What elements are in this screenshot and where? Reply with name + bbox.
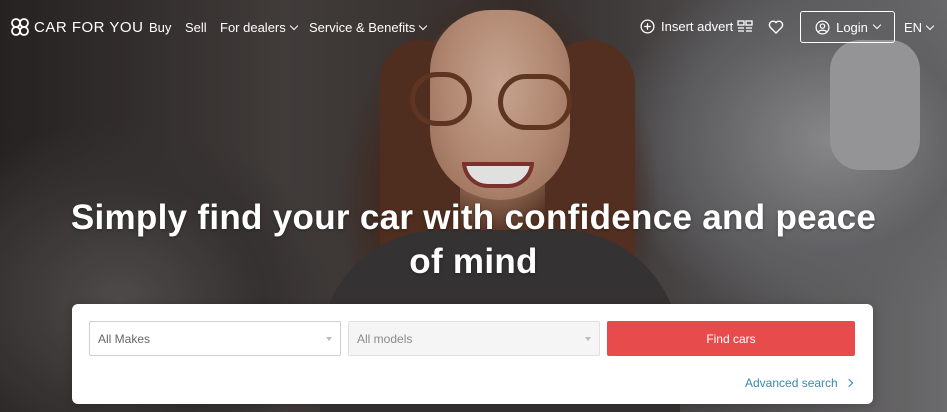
advanced-search-label: Advanced search [745, 376, 838, 390]
nav-sell[interactable]: Sell [185, 20, 207, 35]
nav-service-benefits[interactable]: Service & Benefits [309, 20, 428, 35]
top-navigation: CAR FOR YOU Buy Sell For dealers Service… [0, 0, 947, 56]
chevron-right-icon [844, 378, 853, 388]
brand-logo[interactable]: CAR FOR YOU [10, 17, 143, 37]
logo-icon [11, 18, 29, 36]
advanced-search-link[interactable]: Advanced search [745, 376, 853, 390]
nav-buy-label: Buy [149, 20, 172, 35]
nav-buy[interactable]: Buy [149, 20, 171, 35]
insert-advert-link[interactable]: Insert advert [640, 19, 733, 34]
login-button[interactable]: Login [800, 11, 895, 43]
nav-for-dealers-label: For dealers [220, 20, 286, 35]
login-label: Login [836, 19, 868, 35]
user-icon [815, 20, 830, 34]
search-card: All Makes All models Find cars Advanced … [72, 304, 873, 404]
headline-line-1: Simply find your car with confidence and… [70, 198, 877, 237]
brand-name: CAR FOR YOU [34, 18, 144, 36]
heart-icon[interactable] [768, 20, 784, 39]
chevron-down-icon [289, 21, 298, 30]
language-label: EN [904, 20, 923, 35]
models-select-value: All models [357, 331, 413, 346]
headline-line-2: of mind [409, 242, 538, 281]
caret-down-icon [326, 337, 332, 341]
nav-service-benefits-label: Service & Benefits [309, 20, 416, 35]
chevron-down-icon [872, 20, 882, 30]
nav-sell-label: Sell [185, 20, 207, 35]
models-select[interactable]: All models [348, 321, 600, 356]
compare-icon[interactable] [737, 20, 753, 39]
plus-circle-icon [640, 19, 655, 34]
nav-for-dealers[interactable]: For dealers [220, 20, 298, 35]
makes-select[interactable]: All Makes [89, 321, 341, 356]
chevron-down-icon [418, 21, 428, 30]
hero-headline: Simply find your car with confidence and… [0, 196, 947, 284]
caret-down-icon [585, 337, 591, 341]
insert-advert-label: Insert advert [661, 19, 734, 34]
chevron-down-icon [925, 21, 935, 30]
language-selector[interactable]: EN [904, 20, 935, 35]
makes-select-value: All Makes [98, 331, 151, 346]
find-cars-label: Find cars [706, 331, 756, 346]
find-cars-button[interactable]: Find cars [607, 321, 855, 356]
